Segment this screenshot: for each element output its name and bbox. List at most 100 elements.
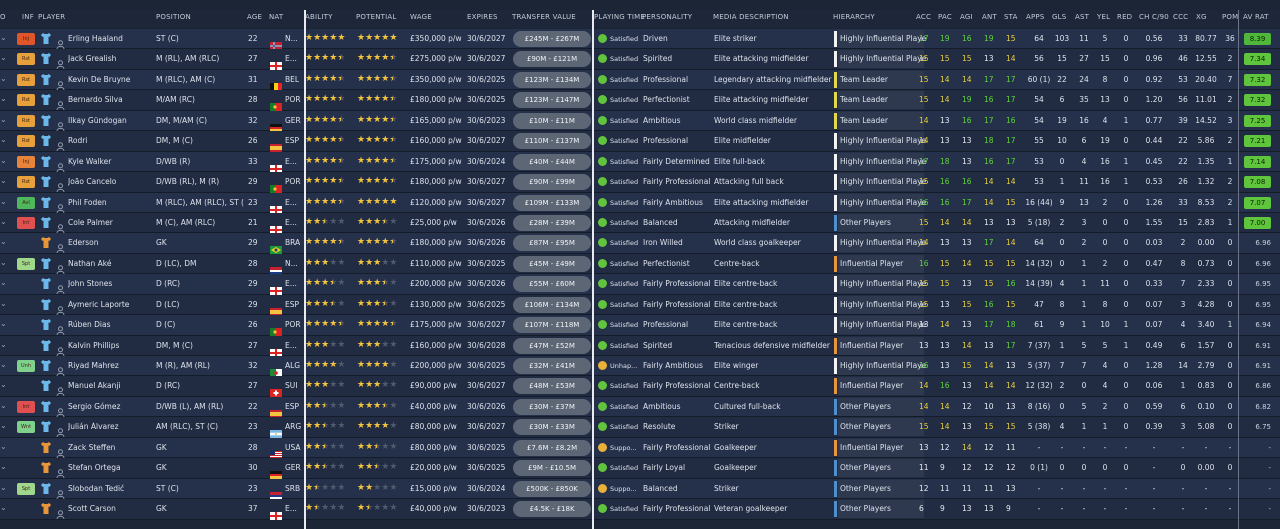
- table-row[interactable]: ⌄ Unh Riyad Mahrez M (R), AM (RL) 32 ALG ★★★★★…: [0, 356, 1280, 377]
- player-name[interactable]: Sergio Gómez: [68, 402, 153, 412]
- column-header-ccc[interactable]: CCC: [1173, 13, 1188, 21]
- player-name[interactable]: Kevin De Bruyne: [68, 75, 153, 85]
- transfer-value-pill[interactable]: £40M - £44M: [513, 153, 591, 170]
- column-header-sta[interactable]: STA: [1004, 13, 1018, 21]
- player-name[interactable]: Rodri: [68, 136, 153, 146]
- chevron-down-icon[interactable]: ⌄: [0, 135, 7, 145]
- transfer-value-pill[interactable]: £48M - £53M: [513, 378, 591, 395]
- player-name[interactable]: Erling Haaland: [68, 34, 153, 44]
- transfer-value-pill[interactable]: £10M - £11M: [513, 112, 591, 129]
- transfer-value-pill[interactable]: £47M - £52M: [513, 337, 591, 354]
- status-badge[interactable]: Rst: [17, 94, 35, 107]
- player-name[interactable]: Aymeric Laporte: [68, 300, 153, 310]
- column-header-pom[interactable]: POM: [1222, 13, 1238, 21]
- status-badge[interactable]: Rst: [17, 114, 35, 127]
- chevron-down-icon[interactable]: ⌄: [0, 176, 7, 186]
- column-header-yel[interactable]: YEL: [1097, 13, 1110, 21]
- table-row[interactable]: ⌄ Spt Nathan Aké D (LC), DM 28 N... ★★★★★ ★★★★★…: [0, 253, 1280, 275]
- table-row[interactable]: ⌄ Zack Steffen GK 28 USA ★★★★★ ★★★★★ £80,000 p/…: [0, 437, 1280, 459]
- column-header-pac[interactable]: PAC: [938, 13, 952, 21]
- player-name[interactable]: Cole Palmer: [68, 218, 153, 228]
- table-row[interactable]: ⌄ Rst Jack Grealish M (RL), AM (RLC) 27 E... ★…: [0, 49, 1280, 71]
- table-row[interactable]: ⌄ Inj Kyle Walker D/WB (R) 33 E... ★★★★★ ★★★★★ £…: [0, 151, 1280, 173]
- column-header-ability[interactable]: ABILITY: [305, 13, 333, 21]
- chevron-down-icon[interactable]: ⌄: [0, 299, 7, 309]
- column-header-inf[interactable]: INF: [22, 13, 34, 21]
- chevron-down-icon[interactable]: ⌄: [0, 278, 7, 288]
- transfer-value-pill[interactable]: £30M - £37M: [513, 398, 591, 415]
- player-name[interactable]: Julián Álvarez: [68, 422, 153, 432]
- player-name[interactable]: Ilkay Gündogan: [68, 116, 153, 126]
- column-header-wage[interactable]: WAGE: [410, 13, 432, 21]
- player-name[interactable]: Bernardo Silva: [68, 95, 153, 105]
- status-badge[interactable]: Rst: [17, 53, 35, 66]
- table-row[interactable]: ⌄ Rúben Dias D (C) 26 POR ★★★★★ ★★★★★ £175,000 …: [0, 315, 1280, 337]
- status-badge[interactable]: Wnt: [17, 421, 35, 434]
- table-row[interactable]: ⌄ Scott Carson GK 37 E... ★★★★★ ★★★★★ £40,000 p…: [0, 499, 1280, 521]
- column-header-potential[interactable]: POTENTIAL: [356, 13, 397, 21]
- transfer-value-pill[interactable]: £7.6M - £8.2M: [513, 439, 591, 456]
- player-name[interactable]: Ederson: [68, 238, 153, 248]
- table-row[interactable]: ⌄ Aymeric Laporte D (LC) 29 ESP ★★★★★ ★★★★★ £13…: [0, 294, 1280, 316]
- table-row[interactable]: ⌄ Rst Ilkay Gündogan DM, M/AM (C) 32 GER ★★★★★…: [0, 110, 1280, 132]
- column-header-media-description[interactable]: MEDIA DESCRIPTION: [713, 13, 789, 21]
- table-row[interactable]: ⌄ Manuel Akanji D (RC) 27 SUI ★★★★★ ★★★★★ £90,0…: [0, 376, 1280, 398]
- transfer-value-pill[interactable]: £30M - £33M: [513, 419, 591, 436]
- player-name[interactable]: Kalvin Phillips: [68, 341, 153, 351]
- table-row[interactable]: ⌄ Rst Kevin De Bruyne M (RLC), AM (C) 31 BEL ★…: [0, 69, 1280, 91]
- status-badge[interactable]: Avl: [17, 196, 35, 209]
- column-header-expires[interactable]: EXPIRES: [467, 13, 498, 21]
- player-name[interactable]: Riyad Mahrez: [68, 361, 153, 371]
- status-badge[interactable]: Spt: [17, 257, 35, 270]
- player-name[interactable]: Nathan Aké: [68, 259, 153, 269]
- table-row[interactable]: ⌄ Spt Slobodan Tedić ST (C) 23 SRB ★★★★★ ★★★★★ £…: [0, 478, 1280, 500]
- player-name[interactable]: Slobodan Tedić: [68, 484, 153, 494]
- chevron-down-icon[interactable]: ⌄: [0, 197, 7, 207]
- chevron-down-icon[interactable]: ⌄: [0, 115, 7, 125]
- chevron-down-icon[interactable]: ⌄: [0, 483, 7, 493]
- column-header-xg[interactable]: XG: [1196, 13, 1207, 21]
- column-header-ch-c-90[interactable]: CH C/90: [1139, 13, 1169, 21]
- status-badge[interactable]: Int: [17, 400, 35, 413]
- column-header-ant[interactable]: ANT: [982, 13, 997, 21]
- status-badge[interactable]: Spt: [17, 482, 35, 495]
- status-badge[interactable]: Rst: [17, 135, 35, 148]
- column-header-ast[interactable]: AST: [1075, 13, 1089, 21]
- status-badge[interactable]: Rst: [17, 176, 35, 189]
- chevron-down-icon[interactable]: ⌄: [0, 53, 7, 63]
- column-header-position[interactable]: POSITION: [156, 13, 191, 21]
- column-header-transfer-value[interactable]: TRANSFER VALUE: [512, 13, 576, 21]
- transfer-value-pill[interactable]: £28M - £39M: [513, 214, 591, 231]
- transfer-value-pill[interactable]: £9M - £10.5M: [513, 460, 591, 477]
- column-header-playing-time[interactable]: PLAYING TIME: [594, 13, 645, 21]
- transfer-value-pill[interactable]: £87M - £95M: [513, 235, 591, 252]
- chevron-down-icon[interactable]: ⌄: [0, 401, 7, 411]
- player-name[interactable]: Jack Grealish: [68, 54, 153, 64]
- table-row[interactable]: ⌄ Avl Phil Foden M (RLC), AM (RLC), ST (C) 2…: [0, 192, 1280, 214]
- status-badge[interactable]: Inj: [17, 33, 35, 45]
- column-header-hierarchy[interactable]: HIERARCHY: [833, 13, 875, 21]
- player-name[interactable]: Phil Foden: [68, 198, 153, 208]
- column-header-personality[interactable]: PERSONALITY: [642, 13, 692, 21]
- chevron-down-icon[interactable]: ⌄: [0, 340, 7, 350]
- chevron-down-icon[interactable]: ⌄: [0, 237, 7, 247]
- player-name[interactable]: Rúben Dias: [68, 320, 153, 330]
- transfer-value-pill[interactable]: £123M - £134M: [513, 71, 591, 88]
- transfer-value-pill[interactable]: £90M - £99M: [513, 174, 591, 191]
- transfer-value-pill[interactable]: £109M - £133M: [513, 194, 591, 211]
- transfer-value-pill[interactable]: £32M - £41M: [513, 358, 591, 374]
- column-header-gls[interactable]: GLS: [1052, 13, 1066, 21]
- player-name[interactable]: Stefan Ortega: [68, 463, 153, 473]
- chevron-down-icon[interactable]: ⌄: [0, 258, 7, 268]
- transfer-value-pill[interactable]: £4.5K - £18K: [513, 501, 591, 518]
- transfer-value-pill[interactable]: £110M - £137M: [513, 133, 591, 150]
- status-badge[interactable]: Int: [17, 216, 35, 229]
- chevron-down-icon[interactable]: ⌄: [0, 94, 7, 104]
- table-row[interactable]: ⌄ John Stones D (RC) 29 E... ★★★★★ ★★★★★ £200,0…: [0, 274, 1280, 296]
- column-header-age[interactable]: AGE: [247, 13, 262, 21]
- transfer-value-pill[interactable]: £90M - £121M: [513, 51, 591, 68]
- column-header-o[interactable]: O: [0, 13, 6, 21]
- player-name[interactable]: João Cancelo: [68, 177, 153, 187]
- transfer-value-pill[interactable]: £55M - £60M: [513, 276, 591, 293]
- player-name[interactable]: Kyle Walker: [68, 157, 153, 167]
